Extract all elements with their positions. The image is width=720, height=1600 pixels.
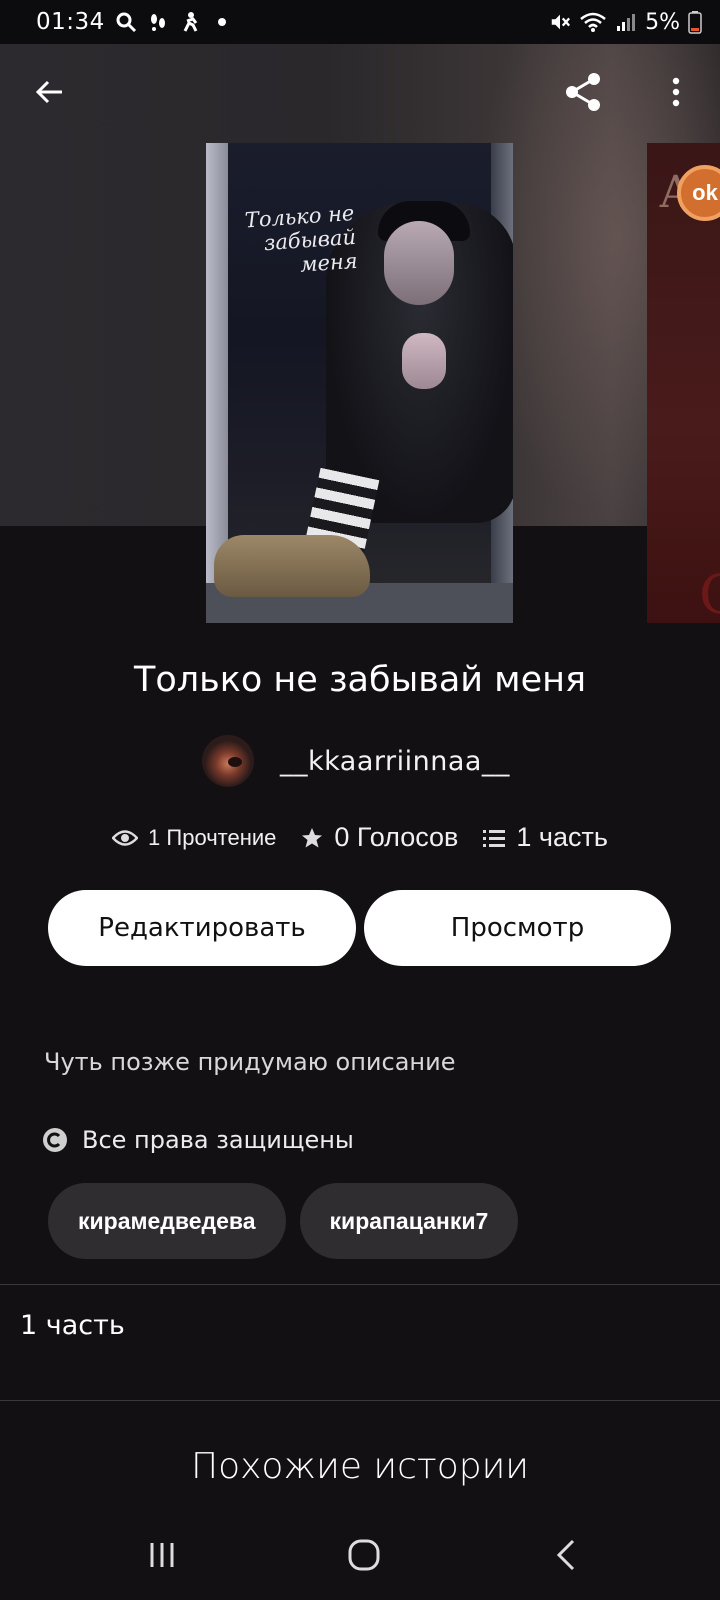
share-button[interactable] bbox=[556, 64, 612, 120]
avatar-eye bbox=[228, 757, 242, 767]
status-bar: 01:34 5% bbox=[0, 0, 720, 44]
author-name[interactable]: __kkaarriinnaa__ bbox=[280, 746, 510, 777]
walk-icon bbox=[179, 11, 201, 33]
back-button[interactable] bbox=[22, 64, 78, 120]
list-icon bbox=[483, 829, 506, 847]
battery-percent: 5% bbox=[645, 9, 680, 35]
status-time: 01:34 bbox=[36, 9, 105, 35]
edit-button[interactable]: Редактировать bbox=[48, 890, 356, 966]
signal-icon bbox=[615, 11, 637, 33]
divider bbox=[0, 1284, 720, 1285]
more-vert-icon bbox=[672, 77, 680, 107]
copyright-row: Все права защищены bbox=[42, 1126, 354, 1154]
story-stats: 1 Прочтение 0 Голосов 1 часть bbox=[0, 822, 720, 853]
system-back-button[interactable] bbox=[536, 1530, 596, 1580]
home-icon bbox=[348, 1539, 380, 1571]
next-cover-swirl: G bbox=[699, 563, 720, 623]
home-button[interactable] bbox=[334, 1530, 394, 1580]
reads-count: 1 Прочтение bbox=[148, 824, 277, 850]
recent-apps-icon bbox=[150, 1543, 174, 1567]
search-icon bbox=[115, 11, 137, 33]
divider bbox=[0, 1400, 720, 1401]
story-cover[interactable]: Только не забывай меня bbox=[206, 143, 513, 623]
cover-title-text: Только не забывай меня bbox=[244, 200, 359, 277]
share-icon bbox=[566, 73, 600, 111]
similar-stories-heading: Похожие истории bbox=[191, 1446, 529, 1487]
mute-icon bbox=[549, 11, 571, 33]
recent-apps-button[interactable] bbox=[132, 1530, 192, 1580]
cover-art-hand bbox=[402, 333, 446, 389]
cover-art-shoe bbox=[214, 535, 370, 597]
system-navigation-bar bbox=[0, 1510, 720, 1600]
copyright-text: Все права защищены bbox=[82, 1126, 354, 1154]
votes-count: 0 Голосов bbox=[334, 822, 459, 852]
tag-chip[interactable]: кирамедведева bbox=[48, 1183, 286, 1259]
story-description: Чуть позже придумаю описание bbox=[44, 1048, 456, 1076]
eye-icon bbox=[112, 829, 139, 846]
avatar[interactable] bbox=[202, 735, 254, 787]
battery-icon bbox=[688, 11, 702, 34]
tags-list: кирамедведева кирапацанки7 bbox=[48, 1183, 519, 1259]
wifi-icon bbox=[579, 11, 607, 33]
cover-art-face bbox=[384, 221, 454, 305]
star-icon bbox=[302, 827, 323, 847]
steps-icon bbox=[147, 11, 169, 33]
copyright-icon bbox=[43, 1128, 67, 1152]
dot-icon bbox=[211, 11, 233, 33]
arrow-left-icon bbox=[35, 80, 62, 104]
votes-stat: 0 Голосов bbox=[300, 822, 458, 853]
parts-stat: 1 часть bbox=[482, 822, 608, 853]
next-story-cover[interactable]: А ok G bbox=[647, 143, 720, 623]
parts-list-header[interactable]: 1 часть bbox=[20, 1310, 125, 1341]
more-options-button[interactable] bbox=[648, 64, 704, 120]
story-title: Только не забывай меня bbox=[133, 660, 587, 700]
reads-stat: 1 Прочтение bbox=[112, 825, 276, 851]
author-row[interactable]: __kkaarriinnaa__ bbox=[202, 735, 510, 787]
chevron-left-icon bbox=[556, 1539, 575, 1571]
parts-count: 1 часть bbox=[516, 822, 608, 852]
preview-button[interactable]: Просмотр bbox=[364, 890, 671, 966]
tag-chip[interactable]: кирапацанки7 bbox=[299, 1183, 519, 1259]
